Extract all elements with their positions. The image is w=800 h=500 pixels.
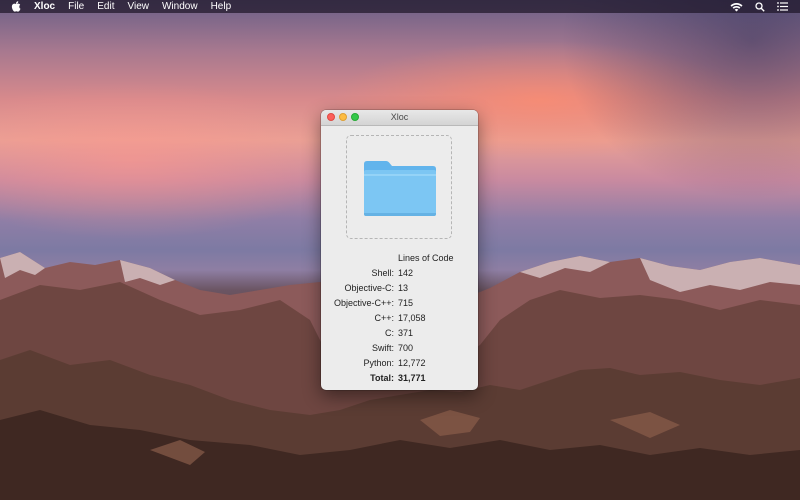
line-count: 17,058 xyxy=(398,313,426,323)
folder-icon xyxy=(362,158,438,223)
language-label: Objective-C++: xyxy=(333,298,394,308)
table-row: C: 371 xyxy=(321,328,478,342)
apple-logo-icon[interactable] xyxy=(11,1,21,12)
menu-view[interactable]: View xyxy=(127,0,149,13)
menu-help[interactable]: Help xyxy=(211,0,232,13)
line-count: 700 xyxy=(398,343,414,353)
language-label: Swift: xyxy=(371,343,394,353)
spotlight-search-icon[interactable] xyxy=(755,1,765,12)
table-row-total: Total: 31,771 xyxy=(321,373,478,387)
table-row: Objective-C: 13 xyxy=(321,283,478,297)
column-header-lines-of-code: Lines of Code xyxy=(398,253,454,263)
table-row: Objective-C++: 715 xyxy=(321,298,478,312)
table-row: Python: 12,772 xyxy=(321,358,478,372)
menu-window[interactable]: Window xyxy=(162,0,198,13)
window-titlebar[interactable]: Xloc xyxy=(321,110,478,126)
language-label: Objective-C: xyxy=(344,283,394,293)
menu-file[interactable]: File xyxy=(68,0,84,13)
menu-app-name[interactable]: Xloc xyxy=(34,0,55,13)
wifi-icon[interactable] xyxy=(730,2,743,12)
line-count: 715 xyxy=(398,298,414,308)
language-label: Python: xyxy=(363,358,394,368)
line-count: 371 xyxy=(398,328,414,338)
menu-bar: Xloc File Edit View Window Help xyxy=(0,0,800,13)
line-count: 142 xyxy=(398,268,414,278)
table-row: Swift: 700 xyxy=(321,343,478,357)
total-label: Total: xyxy=(370,373,394,383)
desktop: Xloc File Edit View Window Help Xloc Lin… xyxy=(0,0,800,500)
table-row: Shell: 142 xyxy=(321,268,478,282)
table-row: C++: 17,058 xyxy=(321,313,478,327)
window-title: Xloc xyxy=(390,112,409,122)
menu-edit[interactable]: Edit xyxy=(97,0,114,13)
language-label: C++: xyxy=(374,313,394,323)
language-label: C: xyxy=(385,328,394,338)
line-count: 13 xyxy=(398,283,409,293)
total-count: 31,771 xyxy=(398,373,426,383)
line-count: 12,772 xyxy=(398,358,426,368)
notification-center-icon[interactable] xyxy=(777,2,788,11)
xloc-window: Xloc Lines of Code Shell: 142 Objective-… xyxy=(321,110,478,390)
status-menus xyxy=(730,1,788,12)
language-label: Shell: xyxy=(371,268,394,278)
folder-drop-zone[interactable] xyxy=(346,135,452,239)
